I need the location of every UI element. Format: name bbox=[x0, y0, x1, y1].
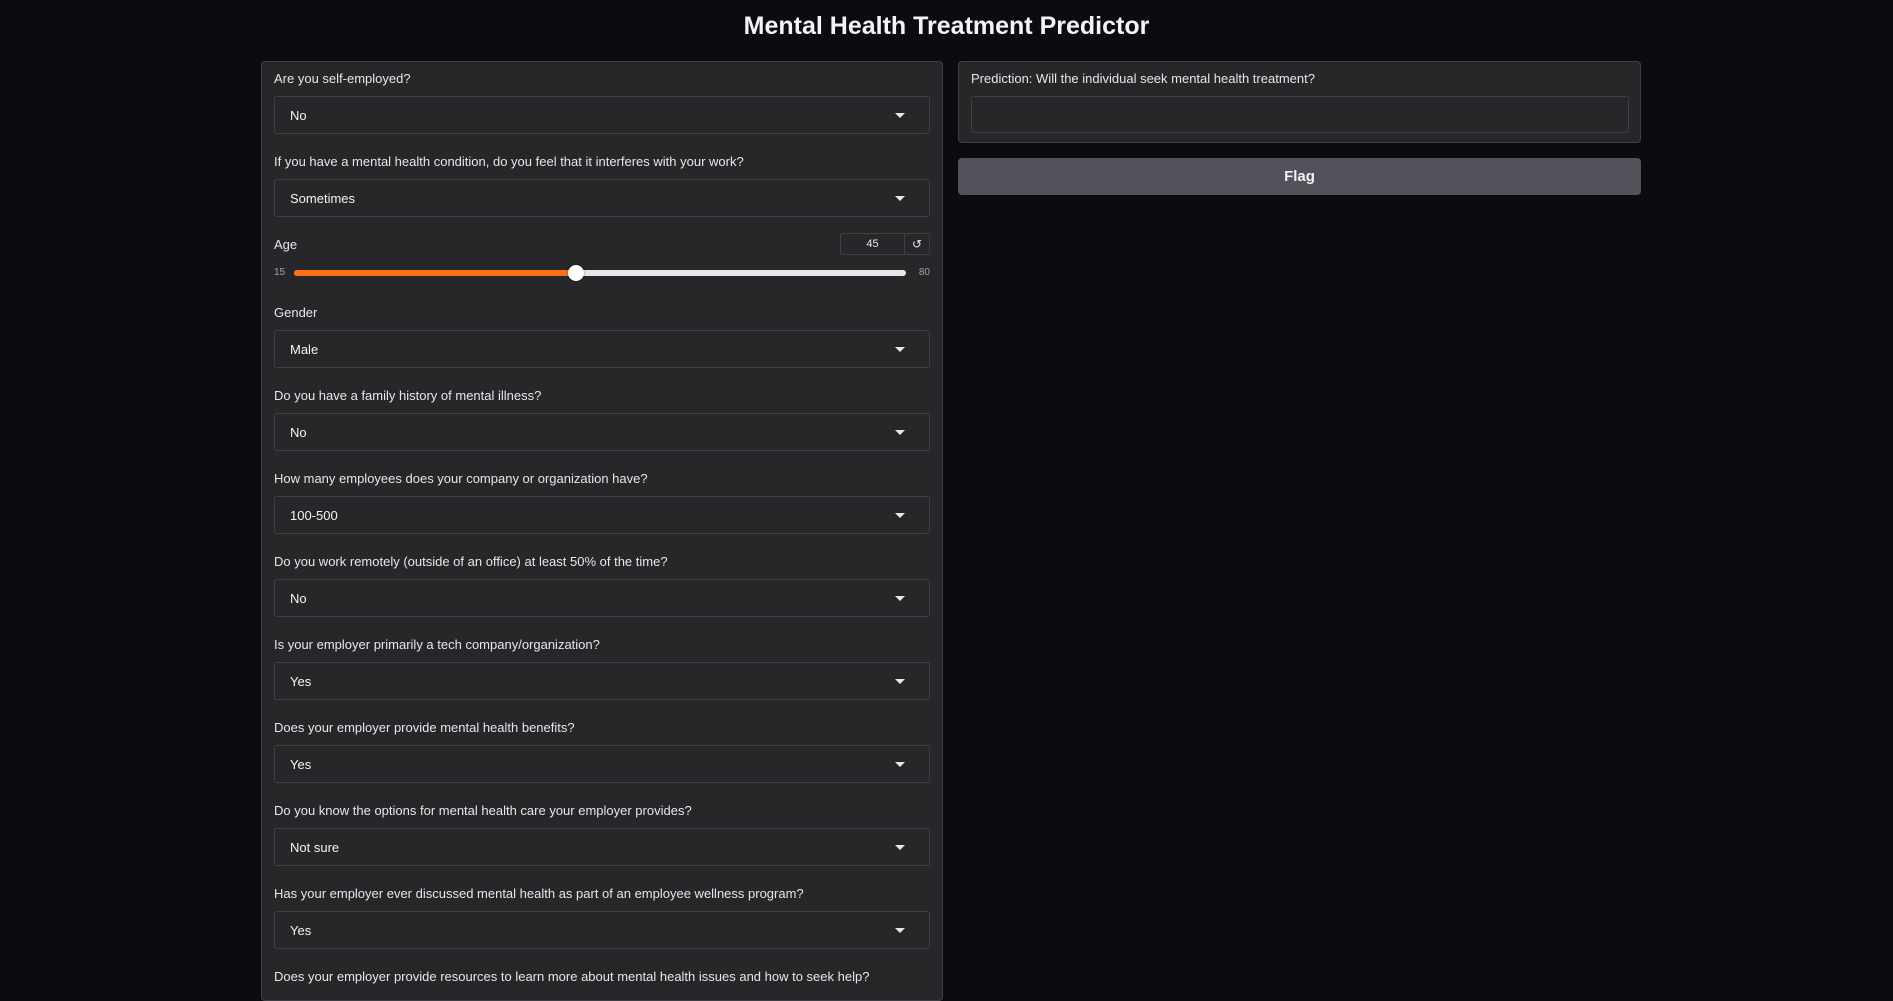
field-tech-company: Is your employer primarily a tech compan… bbox=[274, 637, 930, 700]
slider-fill bbox=[294, 270, 577, 276]
field-label: Has your employer ever discussed mental … bbox=[274, 886, 804, 901]
age-number-input[interactable]: 45 ↺ bbox=[840, 233, 930, 255]
age-value[interactable]: 45 bbox=[841, 234, 905, 254]
flag-button[interactable]: Flag bbox=[958, 158, 1641, 195]
chevron-down-icon bbox=[895, 112, 905, 118]
work-interfere-dropdown[interactable]: Sometimes bbox=[274, 179, 930, 217]
prediction-output[interactable] bbox=[971, 96, 1629, 133]
field-label: Do you work remotely (outside of an offi… bbox=[274, 554, 668, 569]
chevron-down-icon bbox=[895, 761, 905, 767]
field-care-options: Do you know the options for mental healt… bbox=[274, 803, 930, 866]
field-self-employed: Are you self-employed? No bbox=[274, 71, 930, 134]
selected-value: Sometimes bbox=[290, 190, 356, 206]
slider-max-label: 80 bbox=[918, 267, 930, 278]
gender-dropdown[interactable]: Male bbox=[274, 330, 930, 368]
selected-value: 100-500 bbox=[290, 507, 338, 523]
remote-work-dropdown[interactable]: No bbox=[274, 579, 930, 617]
field-label: Are you self-employed? bbox=[274, 71, 411, 86]
selected-value: Male bbox=[290, 341, 319, 357]
chevron-down-icon bbox=[895, 346, 905, 352]
self-employed-dropdown[interactable]: No bbox=[274, 96, 930, 134]
field-label: Gender bbox=[274, 305, 318, 320]
slider-min-label: 15 bbox=[274, 267, 286, 278]
field-label: Is your employer primarily a tech compan… bbox=[274, 637, 600, 652]
chevron-down-icon bbox=[895, 678, 905, 684]
reset-icon[interactable]: ↺ bbox=[905, 234, 929, 254]
field-wellness-program: Has your employer ever discussed mental … bbox=[274, 886, 930, 949]
selected-value: No bbox=[290, 424, 307, 440]
field-label: If you have a mental health condition, d… bbox=[274, 154, 744, 169]
field-no-employees: How many employees does your company or … bbox=[274, 471, 930, 534]
page-title: Mental Health Treatment Predictor bbox=[743, 12, 1150, 40]
no-employees-dropdown[interactable]: 100-500 bbox=[274, 496, 930, 534]
field-label: Age bbox=[274, 237, 298, 252]
output-label: Prediction: Will the individual seek men… bbox=[971, 71, 1315, 86]
chevron-down-icon bbox=[895, 512, 905, 518]
benefits-dropdown[interactable]: Yes bbox=[274, 745, 930, 783]
chevron-down-icon bbox=[895, 927, 905, 933]
wellness-program-dropdown[interactable]: Yes bbox=[274, 911, 930, 949]
selected-value: Not sure bbox=[290, 839, 340, 855]
chevron-down-icon bbox=[895, 844, 905, 850]
input-form: Are you self-employed? No If you have a … bbox=[261, 61, 943, 1001]
field-age: Age 45 ↺ 15 80 bbox=[274, 233, 930, 305]
tech-company-dropdown[interactable]: Yes bbox=[274, 662, 930, 700]
field-label: How many employees does your company or … bbox=[274, 471, 648, 486]
field-family-history: Do you have a family history of mental i… bbox=[274, 388, 930, 451]
selected-value: Yes bbox=[290, 922, 312, 938]
family-history-dropdown[interactable]: No bbox=[274, 413, 930, 451]
chevron-down-icon bbox=[895, 195, 905, 201]
chevron-down-icon bbox=[895, 595, 905, 601]
care-options-dropdown[interactable]: Not sure bbox=[274, 828, 930, 866]
field-benefits: Does your employer provide mental health… bbox=[274, 720, 930, 783]
selected-value: No bbox=[290, 590, 307, 606]
field-gender: Gender Male bbox=[274, 305, 930, 368]
age-slider[interactable] bbox=[294, 265, 906, 281]
chevron-down-icon bbox=[895, 429, 905, 435]
selected-value: Yes bbox=[290, 756, 312, 772]
field-label: Do you have a family history of mental i… bbox=[274, 388, 542, 403]
field-label: Do you know the options for mental healt… bbox=[274, 803, 692, 818]
field-label: Does your employer provide mental health… bbox=[274, 720, 575, 735]
field-work-interfere: If you have a mental health condition, d… bbox=[274, 154, 930, 217]
selected-value: Yes bbox=[290, 673, 312, 689]
field-remote-work: Do you work remotely (outside of an offi… bbox=[274, 554, 930, 617]
output-panel: Prediction: Will the individual seek men… bbox=[958, 61, 1641, 143]
slider-thumb[interactable] bbox=[568, 265, 585, 281]
selected-value: No bbox=[290, 107, 307, 123]
